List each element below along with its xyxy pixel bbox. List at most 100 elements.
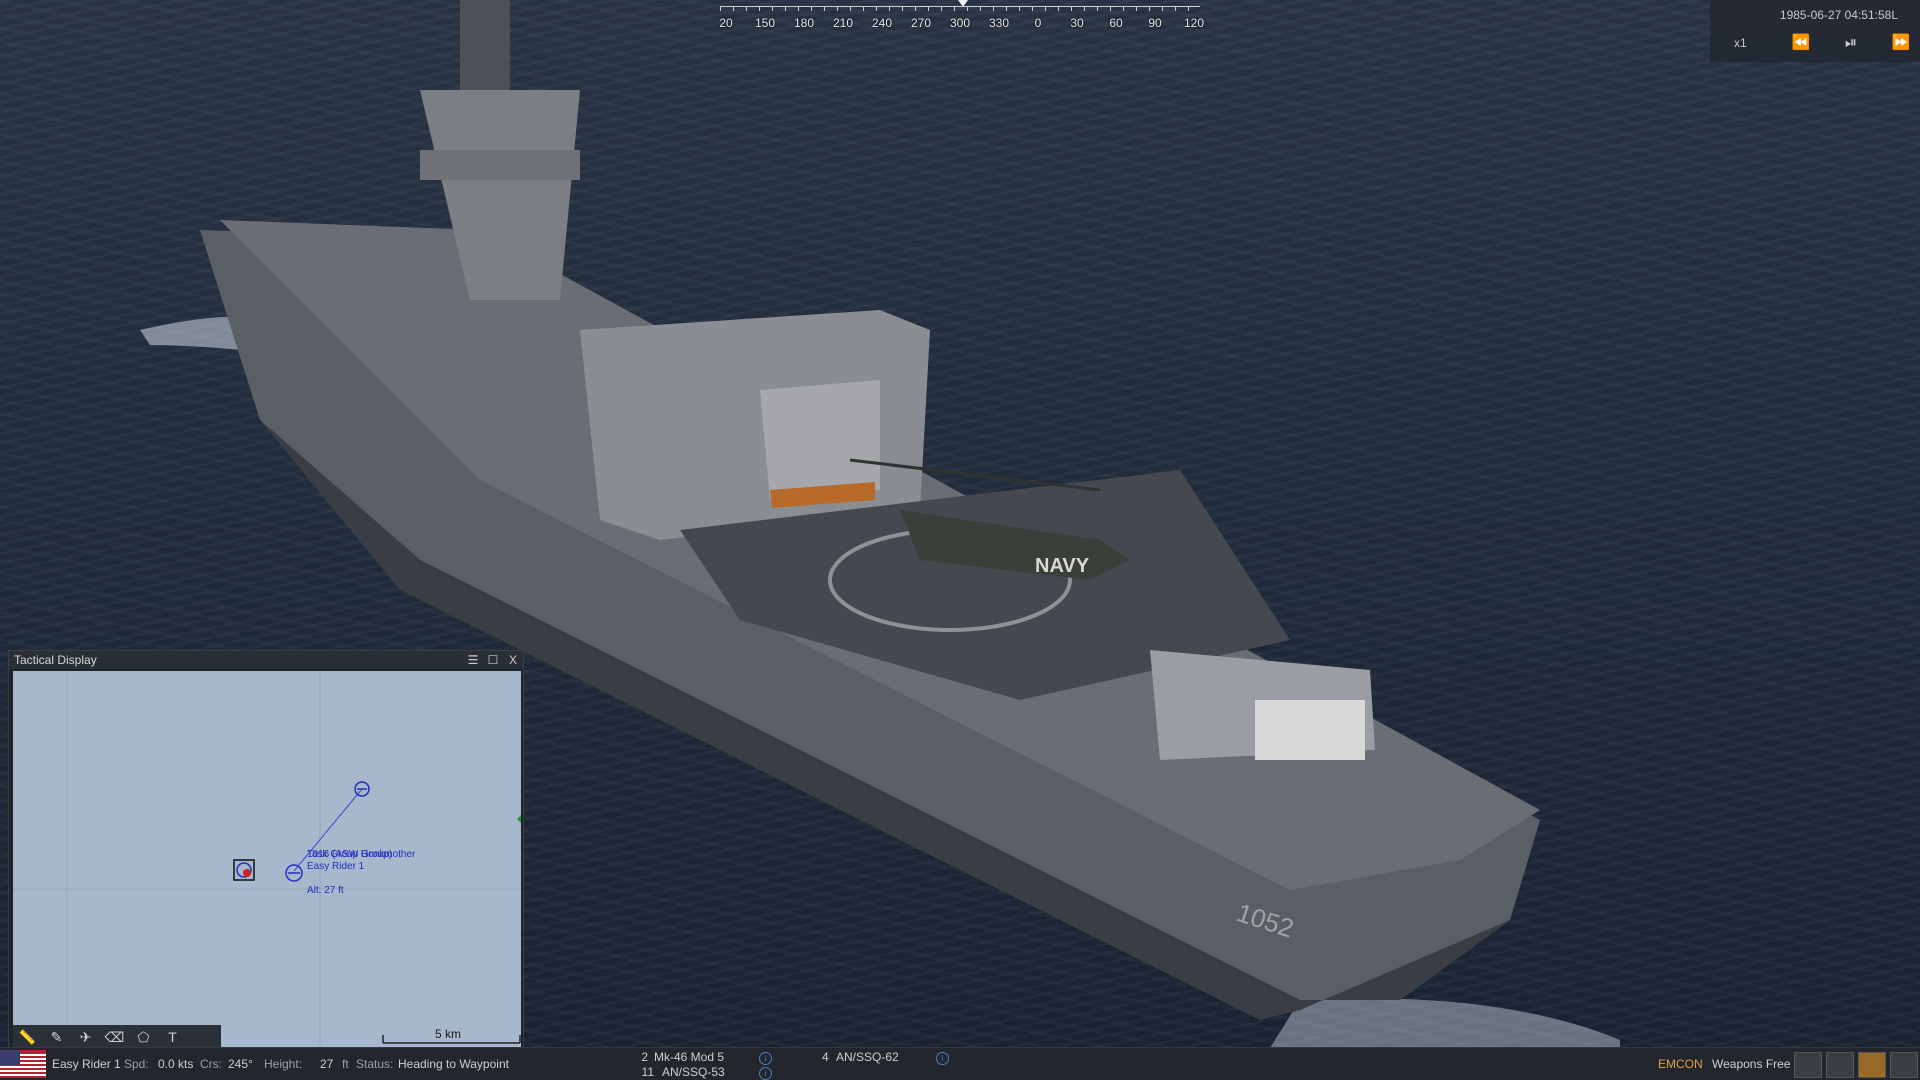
compass-tick [733, 7, 734, 11]
polygon-icon[interactable]: ⬠ [129, 1029, 158, 1046]
compass-tick [954, 7, 955, 11]
weapons-state[interactable]: Weapons Free [1712, 1057, 1791, 1071]
compass-tick [876, 7, 877, 11]
compass-tick [941, 7, 942, 11]
compass-tick [772, 7, 773, 11]
close-button[interactable]: X [507, 651, 519, 669]
airplane-icon[interactable]: ✈ [71, 1029, 100, 1046]
helicopter-marking: NAVY [1035, 555, 1090, 577]
compass-tick [1019, 7, 1020, 11]
speed-value: 0.0 kts [158, 1057, 194, 1071]
compass-label: 180 [793, 16, 815, 30]
compass-tick [928, 7, 929, 11]
weapon-count: 4 [822, 1050, 829, 1064]
compass-tick [915, 7, 916, 11]
unit-status-bar: Easy Rider 1 Spd: 0.0 kts Crs: 245° Heig… [0, 1047, 1920, 1080]
compass-tick [863, 7, 864, 11]
compass-label: 330 [988, 16, 1010, 30]
game-datetime: 1985-06-27 04:51:58L [1779, 8, 1898, 22]
compass-tick [1110, 7, 1111, 11]
tactical-display-window: Tactical Display ☰ ☐ X Task Group Honkmo… [8, 650, 524, 1052]
compass-label: 300 [949, 16, 971, 30]
compass-tick [967, 7, 968, 11]
emcon-button[interactable]: EMCON [1658, 1057, 1703, 1071]
course-value: 245° [228, 1057, 253, 1071]
compass-tick [902, 7, 903, 11]
grid-icon[interactable] [1858, 1052, 1886, 1078]
pencil-icon[interactable]: ✎ [42, 1029, 71, 1046]
height-unit: ft [342, 1057, 349, 1071]
info-icon[interactable]: i [759, 1052, 772, 1065]
compass-tick [785, 7, 786, 11]
compass-label: 90 [1148, 16, 1162, 30]
compass-tick [811, 7, 812, 11]
info-icon[interactable]: i [936, 1052, 949, 1065]
height-label: Height: [264, 1057, 303, 1071]
weapon-count: 11 [641, 1065, 654, 1079]
list-icon[interactable] [1826, 1052, 1854, 1078]
map-tools-toolbar: 📏 ✎ ✈ ⌫ ⬠ T [13, 1025, 221, 1049]
compass-tick [1032, 7, 1033, 11]
tactical-map[interactable]: Task Group Honkmother 1016 (ASW Group) E… [13, 671, 521, 1049]
camera-icon[interactable] [1890, 1052, 1918, 1078]
compass-tick [1136, 7, 1137, 11]
compass-tick [824, 7, 825, 11]
time-control-panel: 1985-06-27 04:51:58L x1 ⏪ ⏯ ⏩ [1710, 0, 1920, 62]
compass-tick [1045, 7, 1046, 11]
compass-tick [1149, 7, 1150, 11]
compass-label: 150 [754, 16, 776, 30]
compass-tick [1097, 7, 1098, 11]
compass-tick [759, 7, 760, 11]
weapon-count: 2 [641, 1050, 648, 1064]
status-label: Status: [356, 1057, 394, 1071]
time-compression-label[interactable]: x1 [1734, 36, 1747, 50]
fast-forward-icon[interactable]: ⏩ [1886, 32, 1916, 54]
speed-label: Spd: [124, 1057, 149, 1071]
course-label: Crs: [200, 1057, 222, 1071]
unit-name[interactable]: Easy Rider 1 [52, 1057, 121, 1071]
unit-label-group: 1016 (ASW Group) [307, 849, 393, 860]
text-tool-button[interactable]: T [158, 1029, 187, 1045]
compass-label: 270 [910, 16, 932, 30]
compass-tick [720, 7, 721, 11]
compass-tick [1006, 7, 1007, 11]
compass-tick [1071, 7, 1072, 11]
compass-tick [1162, 7, 1163, 11]
unit-label-name: Easy Rider 1 [307, 861, 365, 872]
compass-tick [798, 7, 799, 11]
compass-tick [993, 7, 994, 11]
compass-tick [1084, 7, 1085, 11]
ruler-icon[interactable]: 📏 [13, 1029, 42, 1046]
eraser-icon[interactable]: ⌫ [100, 1029, 129, 1046]
tactical-display-titlebar[interactable]: Tactical Display ☰ ☐ X [9, 651, 523, 669]
compass-tick [1188, 7, 1189, 11]
compass-label: 20 [719, 16, 733, 30]
us-flag-icon [0, 1050, 46, 1078]
compass-label: 240 [871, 16, 893, 30]
map-scale-label: 5 km [435, 1027, 462, 1041]
filter-icon[interactable] [1794, 1052, 1822, 1078]
rewind-icon[interactable]: ⏪ [1786, 32, 1816, 54]
compass-tick [1123, 7, 1124, 11]
compass-tick [1058, 7, 1059, 11]
compass-tick [1175, 7, 1176, 11]
menu-icon[interactable]: ☰ [467, 651, 479, 669]
weapon-name: Mk-46 Mod 5 [654, 1050, 725, 1064]
weapon-name: AN/SSQ-62 [836, 1050, 899, 1064]
status-value: Heading to Waypoint [398, 1057, 509, 1071]
unit-label-altitude: Alt: 27 ft [307, 885, 344, 896]
compass-label: 60 [1109, 16, 1123, 30]
compass-tick [746, 7, 747, 11]
compass-label: 30 [1070, 16, 1084, 30]
compass-tick [980, 7, 981, 11]
height-value: 27 [320, 1057, 334, 1071]
weapon-name: AN/SSQ-53 [662, 1065, 725, 1079]
compass-label: 0 [1034, 16, 1042, 30]
play-pause-icon[interactable]: ⏯ [1836, 32, 1866, 54]
compass-label: 120 [1183, 16, 1205, 30]
compass-tick [837, 7, 838, 11]
maximize-icon[interactable]: ☐ [487, 651, 499, 669]
info-icon[interactable]: i [759, 1067, 772, 1080]
heading-compass: 20 150 180 210 240 270 300 330 0 30 60 90 120 [719, 0, 1204, 34]
window-title: Tactical Display [14, 653, 97, 667]
